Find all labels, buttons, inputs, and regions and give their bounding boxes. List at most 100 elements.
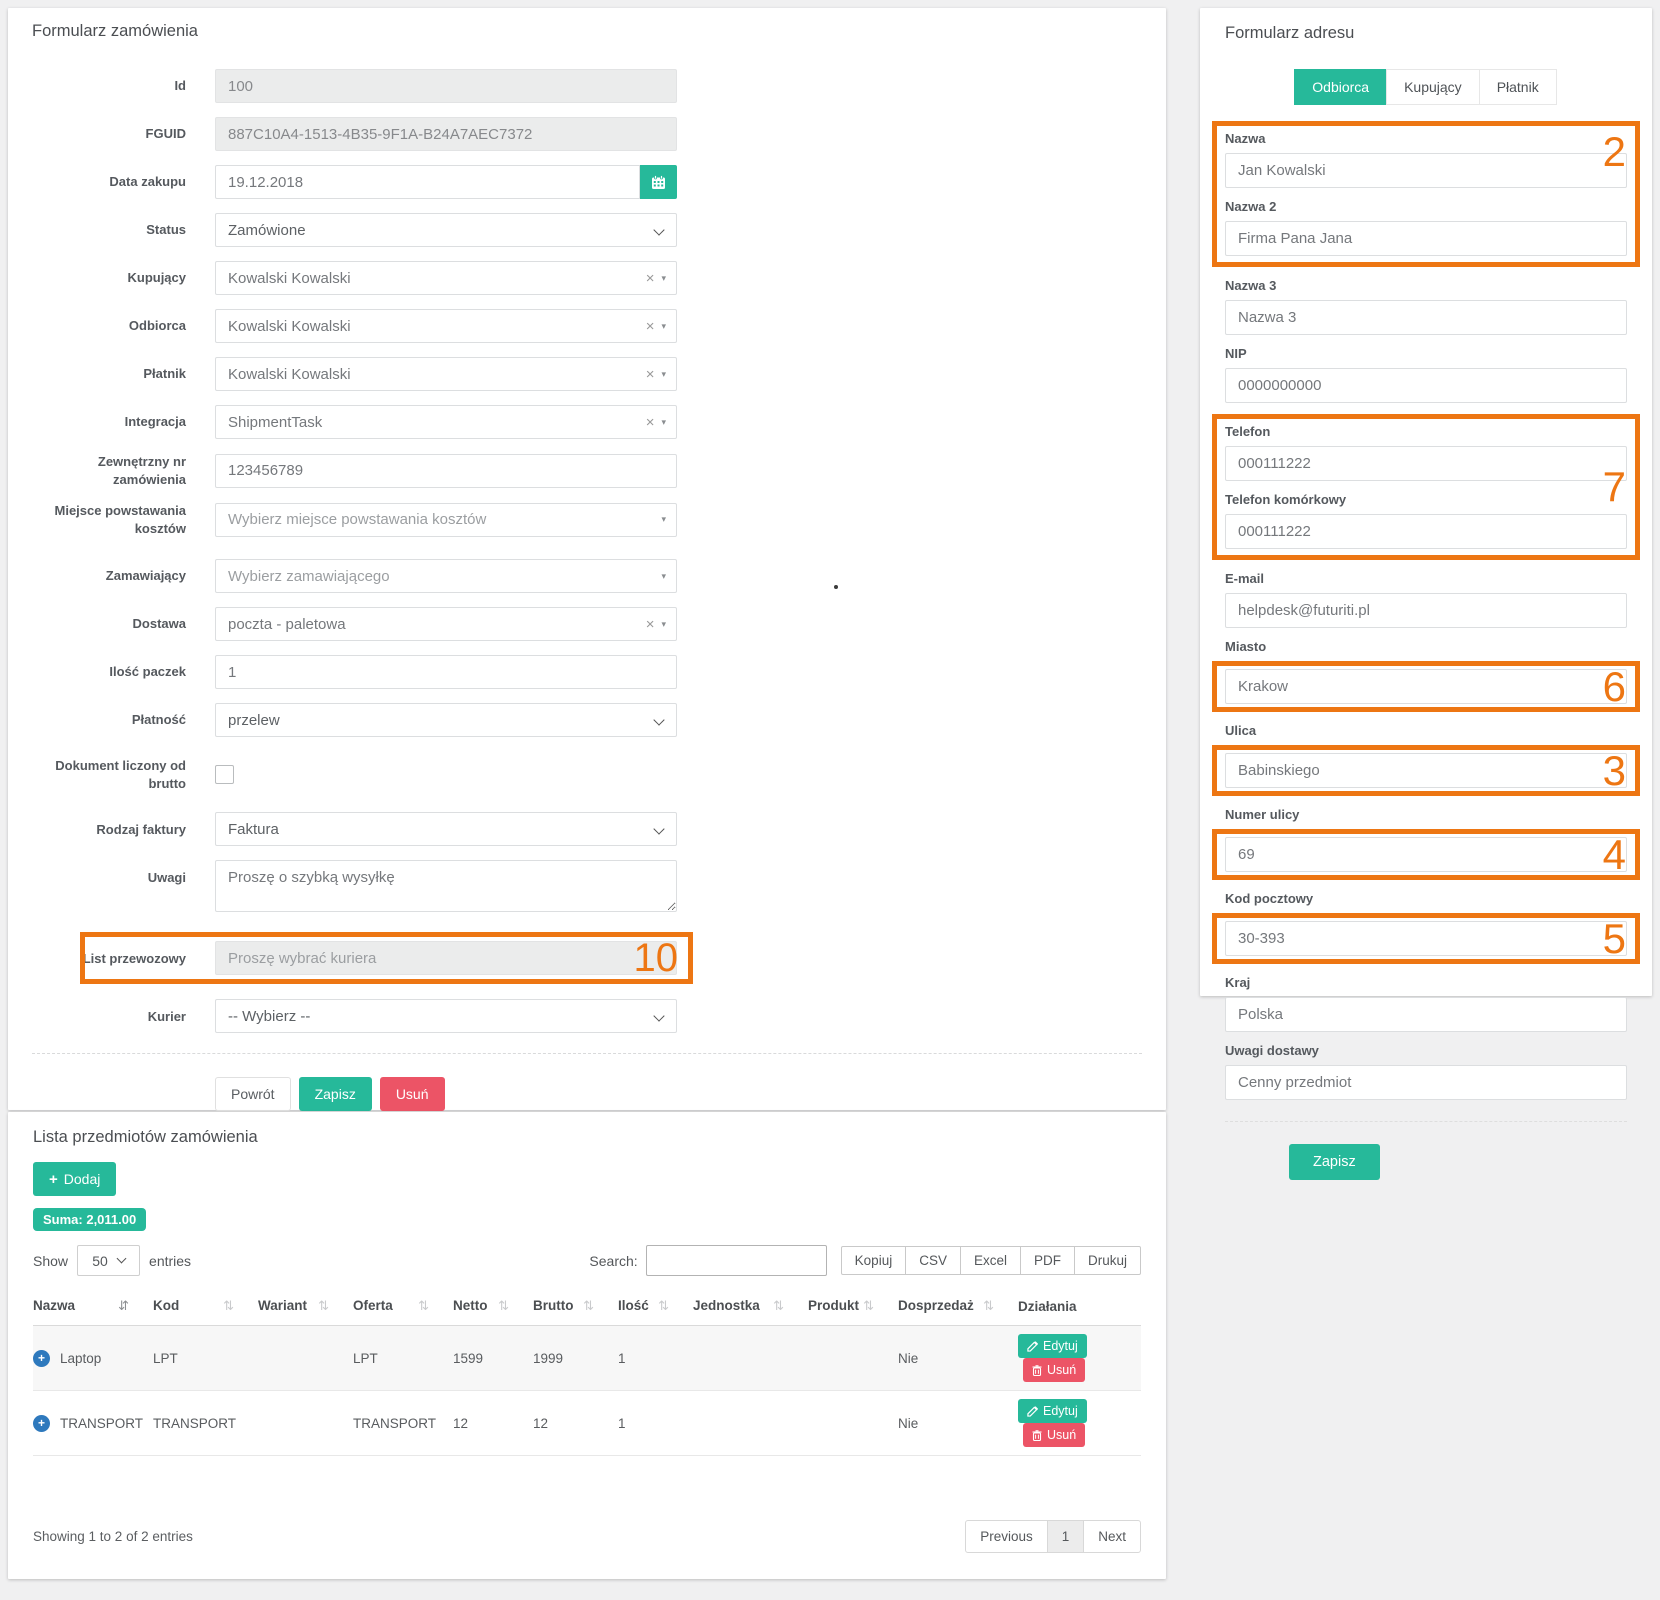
nip-field[interactable] (1225, 368, 1627, 403)
external-number-field[interactable] (215, 454, 677, 488)
show-label: Show (33, 1253, 68, 1269)
sort-icon[interactable]: ⇅ (223, 1298, 234, 1314)
delivery-notes-field[interactable] (1225, 1065, 1627, 1100)
column-header-ilosc[interactable]: Ilość⇅ (618, 1288, 693, 1326)
mobile-phone-field[interactable] (1225, 514, 1627, 549)
column-header-oferta[interactable]: Oferta⇅ (353, 1288, 453, 1326)
purchase-date-field[interactable] (215, 165, 640, 199)
invoice-type-select[interactable]: Faktura (215, 812, 677, 846)
tab-kupujacy[interactable]: Kupujący (1386, 69, 1480, 105)
payer-select[interactable]: Kowalski Kowalski×▾ (215, 357, 677, 391)
chevron-down-icon (116, 1254, 126, 1264)
courier-select[interactable]: -- Wybierz -- (215, 999, 677, 1033)
clear-icon[interactable]: × (646, 319, 655, 334)
gross-document-checkbox[interactable] (215, 765, 234, 784)
column-header-brutto[interactable]: Brutto⇅ (533, 1288, 618, 1326)
clear-icon[interactable]: × (646, 271, 655, 286)
annotation-number-3: 3 (1603, 750, 1626, 792)
address-form-panel: Formularz adresu Odbiorca Kupujący Płatn… (1200, 8, 1652, 996)
clear-icon[interactable]: × (646, 415, 655, 430)
clear-icon[interactable]: × (646, 617, 655, 632)
column-header-kod[interactable]: Kod⇅ (153, 1288, 258, 1326)
add-item-button[interactable]: + Dodaj (33, 1162, 116, 1196)
previous-page-button[interactable]: Previous (965, 1520, 1048, 1553)
search-input[interactable] (646, 1245, 827, 1276)
current-page-button[interactable]: 1 (1047, 1520, 1085, 1553)
stray-mark (834, 585, 838, 589)
expand-row-icon[interactable]: + (33, 1415, 50, 1432)
caret-down-icon: ▾ (661, 571, 666, 582)
save-address-button[interactable]: Zapisz (1289, 1144, 1380, 1180)
recipient-select[interactable]: Kowalski Kowalski×▾ (215, 309, 677, 343)
copy-button[interactable]: Kopiuj (841, 1246, 907, 1275)
street-number-field[interactable] (1225, 837, 1627, 872)
column-header-netto[interactable]: Netto⇅ (453, 1288, 533, 1326)
delivery-select[interactable]: poczta - paletowa×▾ (215, 607, 677, 641)
tab-platnik[interactable]: Płatnik (1479, 69, 1557, 105)
phone-field[interactable] (1225, 446, 1627, 481)
column-header-wariant[interactable]: Wariant⇅ (258, 1288, 353, 1326)
next-page-button[interactable]: Next (1083, 1520, 1141, 1553)
name2-field[interactable] (1225, 221, 1627, 256)
street-field[interactable] (1225, 753, 1627, 788)
sum-badge: Suma: 2,011.00 (33, 1208, 146, 1231)
delete-order-button[interactable]: Usuń (380, 1077, 445, 1111)
csv-button[interactable]: CSV (905, 1246, 961, 1275)
back-button[interactable]: Powrót (215, 1077, 291, 1111)
field-row-fguid: FGUID (32, 117, 1142, 151)
status-select[interactable]: Zamówione (215, 213, 677, 247)
orderer-select[interactable]: Wybierz zamawiającego▾ (215, 559, 677, 593)
column-header-jednostka[interactable]: Jednostka⇅ (693, 1288, 808, 1326)
expand-row-icon[interactable]: + (33, 1350, 50, 1367)
sort-icon[interactable]: ⇅ (498, 1298, 509, 1314)
country-field[interactable] (1225, 997, 1627, 1032)
mobile-phone-field-group: Telefon komórkowy (1225, 492, 1627, 549)
save-order-button[interactable]: Zapisz (299, 1077, 372, 1111)
waybill-field[interactable] (215, 941, 677, 975)
sort-icon[interactable]: ⇅ (418, 1298, 429, 1314)
notes-field[interactable]: Proszę o szybką wysyłkę (215, 860, 677, 912)
fguid-field[interactable] (215, 117, 677, 151)
sort-icon[interactable]: ⇅ (863, 1298, 874, 1314)
excel-button[interactable]: Excel (960, 1246, 1021, 1275)
name-field[interactable] (1225, 153, 1627, 188)
annotation-box-4: 4 (1212, 829, 1640, 880)
column-header-nazwa[interactable]: Nazwa⇵ (33, 1288, 153, 1326)
tab-odbiorca[interactable]: Odbiorca (1294, 69, 1387, 105)
email-label: E-mail (1225, 571, 1627, 586)
sort-icon[interactable]: ⇅ (658, 1298, 669, 1314)
postal-code-field-group: Kod pocztowy 5 (1225, 891, 1627, 964)
pdf-button[interactable]: PDF (1020, 1246, 1075, 1275)
address-form-title: Formularz adresu (1225, 24, 1627, 43)
name3-field[interactable] (1225, 300, 1627, 335)
buyer-select[interactable]: Kowalski Kowalski×▾ (215, 261, 677, 295)
sort-icon[interactable]: ⇅ (773, 1298, 784, 1314)
package-count-field[interactable] (215, 655, 677, 689)
print-button[interactable]: Drukuj (1074, 1246, 1141, 1275)
nip-field-group: NIP (1225, 346, 1627, 403)
postal-code-field[interactable] (1225, 921, 1627, 956)
sort-icon[interactable]: ⇅ (318, 1298, 329, 1314)
sort-icon[interactable]: ⇅ (983, 1298, 994, 1314)
edit-item-button[interactable]: Edytuj (1018, 1334, 1087, 1358)
cost-center-select[interactable]: Wybierz miejsce powstawania kosztów▾ (215, 503, 677, 537)
delete-item-button[interactable]: Usuń (1023, 1423, 1085, 1447)
column-header-produkt[interactable]: Produkt⇅ (808, 1288, 898, 1326)
sort-icon[interactable]: ⇅ (583, 1298, 594, 1314)
clear-icon[interactable]: × (646, 367, 655, 382)
email-field[interactable] (1225, 593, 1627, 628)
id-field[interactable] (215, 69, 677, 103)
column-header-dosprzedaz[interactable]: Dosprzedaż⇅ (898, 1288, 1018, 1326)
page-length-select[interactable]: 50 (77, 1245, 140, 1276)
chevron-down-icon (653, 224, 664, 235)
address-tabs: Odbiorca Kupujący Płatnik (1225, 69, 1627, 105)
edit-item-button[interactable]: Edytuj (1018, 1399, 1087, 1423)
integration-select[interactable]: ShipmentTask×▾ (215, 405, 677, 439)
chevron-down-icon (653, 715, 664, 726)
city-field[interactable] (1225, 669, 1627, 704)
entries-label: entries (149, 1253, 191, 1269)
payment-select[interactable]: przelew (215, 703, 677, 737)
delete-item-button[interactable]: Usuń (1023, 1358, 1085, 1382)
calendar-button[interactable] (640, 165, 677, 199)
sort-icon[interactable]: ⇵ (118, 1298, 129, 1314)
